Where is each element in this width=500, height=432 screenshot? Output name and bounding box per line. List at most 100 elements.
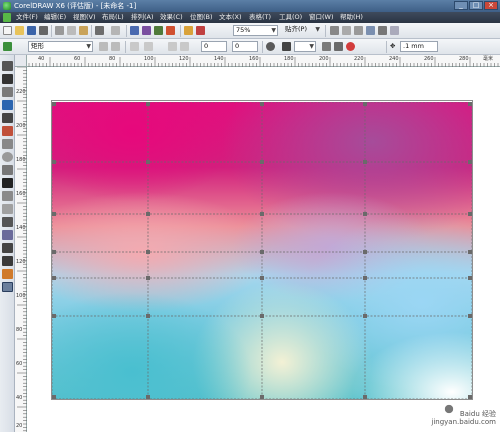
mesh-node[interactable]: [468, 314, 472, 318]
show-rulers-icon[interactable]: [354, 26, 363, 35]
mesh-node[interactable]: [52, 395, 56, 399]
menu-layout[interactable]: 布局(L): [102, 13, 124, 22]
shape-tool-icon[interactable]: [2, 74, 13, 84]
maximize-button[interactable]: □: [469, 1, 483, 10]
mesh-node[interactable]: [146, 314, 150, 318]
ellipse-tool-icon[interactable]: [2, 152, 13, 162]
show-grid-icon[interactable]: [366, 26, 375, 35]
menu-file[interactable]: 文件(F): [16, 13, 38, 22]
polygon-tool-icon[interactable]: [2, 165, 13, 175]
menu-effects[interactable]: 效果(C): [160, 13, 183, 22]
mesh-node[interactable]: [146, 250, 150, 254]
nudge-distance-field[interactable]: .1 mm: [400, 41, 438, 52]
settings-icon[interactable]: [342, 26, 351, 35]
menu-edit[interactable]: 编辑(E): [44, 13, 66, 22]
print-icon[interactable]: [39, 26, 48, 35]
menu-bitmaps[interactable]: 位图(B): [190, 13, 213, 22]
mesh-node[interactable]: [260, 160, 264, 164]
mesh-node[interactable]: [146, 212, 150, 216]
text-tool-icon[interactable]: [2, 178, 13, 188]
pick-combo[interactable]: ▼: [294, 41, 316, 52]
options-icon[interactable]: [330, 26, 339, 35]
undo-icon[interactable]: [95, 26, 104, 35]
mesh-node[interactable]: [468, 160, 472, 164]
distribute-icon[interactable]: [180, 42, 189, 51]
mirror-horizontal-icon[interactable]: [130, 42, 139, 51]
eyedropper-icon[interactable]: [282, 42, 291, 51]
copy-properties-icon[interactable]: [334, 42, 343, 51]
mesh-node[interactable]: [260, 395, 264, 399]
mesh-node[interactable]: [363, 314, 367, 318]
mesh-node[interactable]: [468, 276, 472, 280]
mesh-node[interactable]: [260, 276, 264, 280]
mesh-node[interactable]: [146, 276, 150, 280]
full-screen-icon[interactable]: [390, 26, 399, 35]
menu-text[interactable]: 文本(X): [219, 13, 242, 22]
mesh-node[interactable]: [260, 314, 264, 318]
selection-mode-icon[interactable]: [322, 42, 331, 51]
mesh-fill-rectangle[interactable]: [52, 102, 472, 399]
mesh-node[interactable]: [363, 212, 367, 216]
mesh-node[interactable]: [260, 250, 264, 254]
vertical-ruler[interactable]: 220 200 180 160 140 120 100 80 60 40 20: [15, 67, 27, 432]
save-icon[interactable]: [27, 26, 36, 35]
freehand-tool-icon[interactable]: [2, 113, 13, 123]
connector-tool-icon[interactable]: [2, 217, 13, 227]
eyedropper-tool-icon[interactable]: [2, 243, 13, 253]
mesh-node[interactable]: [468, 102, 472, 106]
pick-tool-icon[interactable]: [2, 61, 13, 71]
mesh-node[interactable]: [363, 395, 367, 399]
open-folder-icon[interactable]: [15, 26, 24, 35]
mesh-node[interactable]: [52, 250, 56, 254]
fill-tool-icon[interactable]: [2, 269, 13, 279]
mesh-node[interactable]: [363, 160, 367, 164]
remove-preset-icon[interactable]: [111, 42, 120, 51]
mesh-node[interactable]: [146, 102, 150, 106]
target-icon[interactable]: [266, 42, 275, 51]
mesh-node[interactable]: [468, 395, 472, 399]
redo-icon[interactable]: [111, 26, 120, 35]
dimension-tool-icon[interactable]: [2, 204, 13, 214]
spinner-b[interactable]: 0: [232, 41, 258, 52]
menu-table[interactable]: 表格(T): [249, 13, 271, 22]
menu-window[interactable]: 窗口(W): [309, 13, 334, 22]
menu-tools[interactable]: 工具(O): [279, 13, 302, 22]
snap-grid-icon[interactable]: [378, 26, 387, 35]
clear-mesh-icon[interactable]: [346, 42, 355, 51]
object-origin-icon[interactable]: [3, 42, 12, 51]
drawing-canvas[interactable]: Baidu 经验 jingyan.baidu.com: [27, 67, 500, 432]
welcome-screen-icon[interactable]: [196, 26, 205, 35]
mesh-node[interactable]: [146, 395, 150, 399]
mesh-node[interactable]: [52, 314, 56, 318]
menu-view[interactable]: 视图(V): [73, 13, 96, 22]
new-document-icon[interactable]: [3, 26, 12, 35]
search-content-icon[interactable]: [130, 26, 139, 35]
cut-icon[interactable]: [55, 26, 64, 35]
align-icon[interactable]: [168, 42, 177, 51]
mesh-node[interactable]: [260, 212, 264, 216]
mesh-node[interactable]: [363, 102, 367, 106]
mesh-node[interactable]: [468, 250, 472, 254]
smart-fill-tool-icon[interactable]: [2, 126, 13, 136]
zoom-tool-icon[interactable]: [2, 100, 13, 110]
close-button[interactable]: ×: [484, 1, 498, 10]
mesh-node[interactable]: [260, 102, 264, 106]
application-launcher-icon[interactable]: [184, 26, 193, 35]
outline-pen-tool-icon[interactable]: [2, 256, 13, 266]
paste-icon[interactable]: [79, 26, 88, 35]
mesh-fill-tool-icon[interactable]: [2, 282, 13, 292]
mesh-node[interactable]: [146, 160, 150, 164]
menu-arrange[interactable]: 排列(A): [131, 13, 154, 22]
mesh-node[interactable]: [363, 250, 367, 254]
mesh-node[interactable]: [52, 212, 56, 216]
spinner-a[interactable]: 0: [201, 41, 227, 52]
table-tool-icon[interactable]: [2, 191, 13, 201]
blend-tool-icon[interactable]: [2, 230, 13, 240]
publish-pdf-icon[interactable]: [166, 26, 175, 35]
export-icon[interactable]: [154, 26, 163, 35]
horizontal-ruler[interactable]: 40 60 80 100 120 140 160 180 200 220 240…: [15, 55, 500, 67]
ruler-origin-corner[interactable]: [15, 55, 27, 67]
zoom-level-combo[interactable]: 75% ▼: [233, 25, 278, 36]
crop-tool-icon[interactable]: [2, 87, 13, 97]
add-preset-icon[interactable]: [99, 42, 108, 51]
